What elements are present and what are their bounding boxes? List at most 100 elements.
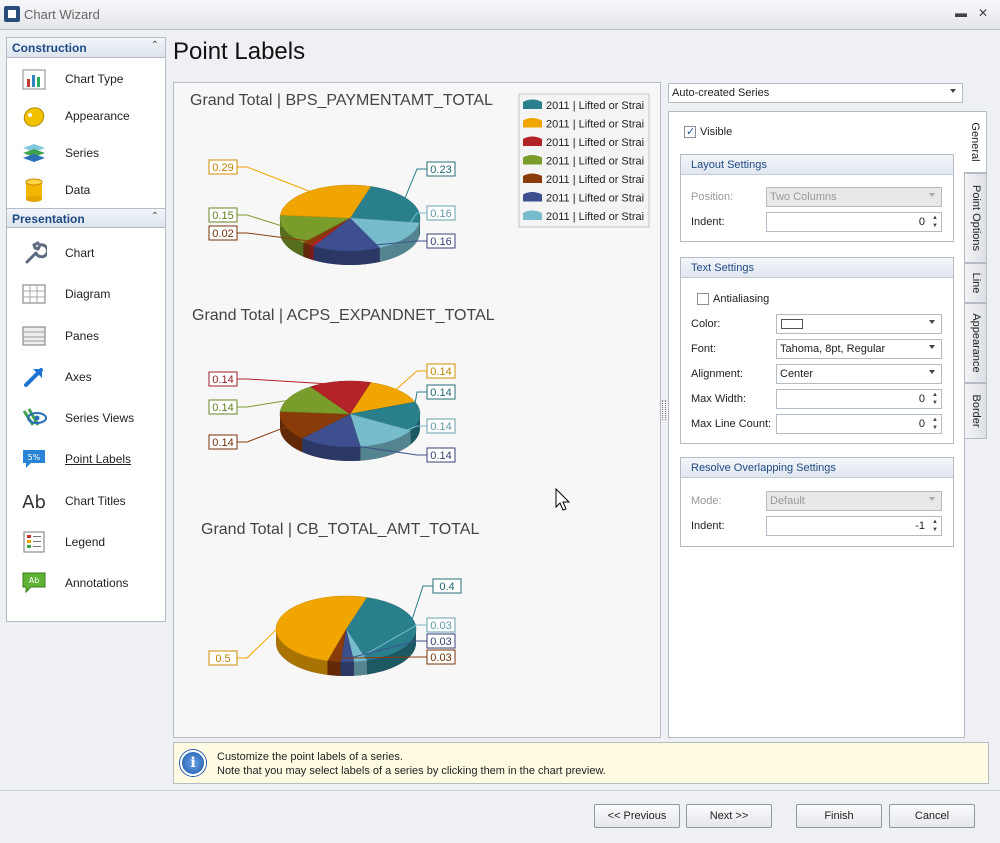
chevron-down-icon	[929, 320, 935, 324]
sidebar-item-chart[interactable]: Chart	[7, 234, 165, 275]
svg-text:Ab: Ab	[29, 576, 40, 585]
sidebar-item-label: Panes	[65, 328, 100, 343]
mode-select[interactable]: Default	[766, 491, 942, 511]
label-connector	[392, 370, 427, 393]
overlap-indent-spinner[interactable]: -1 ▲ ▼	[766, 516, 942, 536]
legend-entry: 2011 | Lifted or Strai	[546, 193, 644, 205]
diagram-icon	[22, 284, 46, 304]
chevron-down-icon	[929, 193, 935, 197]
antialiasing-checkbox[interactable]	[697, 293, 709, 305]
panel-splitter[interactable]	[662, 400, 666, 420]
tab-appearance[interactable]: Appearance	[965, 303, 987, 383]
page-title: Point Labels	[173, 38, 306, 65]
point-label: 0.03	[430, 620, 451, 632]
sidebar-item-panes[interactable]: Panes	[7, 317, 165, 358]
layout-settings-header: Layout Settings	[681, 155, 953, 175]
label-connector	[237, 166, 315, 194]
sidebar-item-series-views[interactable]: Series Views	[7, 399, 165, 440]
hint-panel: i Customize the point labels of a series…	[173, 742, 989, 784]
series-icon	[23, 144, 45, 162]
tab-label: General	[969, 122, 981, 162]
legend-swatch	[523, 192, 542, 202]
font-label: Font:	[691, 343, 717, 355]
series-select[interactable]: Auto-created Series	[668, 83, 963, 103]
position-select-value: Two Columns	[770, 191, 837, 203]
sidebar-item-legend[interactable]: Legend	[7, 523, 165, 564]
tab-line[interactable]: Line	[965, 263, 987, 303]
footer-divider	[0, 790, 1000, 791]
sidebar-item-label: Appearance	[65, 109, 130, 123]
color-swatch	[781, 319, 803, 329]
position-select[interactable]: Two Columns	[766, 187, 942, 207]
appearance-icon	[23, 107, 45, 127]
overlap-indent-label: Indent:	[691, 520, 725, 532]
window-title: Chart Wizard	[24, 7, 100, 22]
alignment-select[interactable]: Center	[776, 364, 942, 384]
antialiasing-label: Antialiasing	[713, 293, 770, 305]
point-label: 0.14	[212, 374, 233, 386]
annotations-icon: Ab	[22, 572, 46, 594]
next-button[interactable]: Next >>	[686, 804, 772, 828]
layout-indent-spinner[interactable]: 0 ▲ ▼	[766, 212, 942, 232]
font-select[interactable]: Tahoma, 8pt, Regular	[776, 339, 942, 359]
pie-slice-side	[327, 660, 341, 676]
minimize-icon[interactable]: ▬	[953, 5, 969, 21]
point-label: 0.14	[212, 402, 233, 414]
tab-point-options[interactable]: Point Options	[965, 173, 987, 263]
point-labels-icon: 5%	[23, 450, 45, 469]
label-connector	[237, 378, 341, 386]
info-icon: i	[180, 750, 206, 776]
text-settings-header: Text Settings	[681, 258, 953, 278]
previous-button[interactable]: << Previous	[594, 804, 680, 828]
legend-swatch	[523, 210, 542, 220]
chart-preview[interactable]: Grand Total | BPS_PAYMENTAMT_TOTAL 0.23 0.…	[173, 82, 661, 738]
presentation-group-header[interactable]: Presentation ⌃	[7, 208, 165, 228]
construction-group-header[interactable]: Construction ⌃	[7, 38, 165, 58]
pie-slice-side	[340, 661, 354, 676]
sidebar-item-point-labels[interactable]: 5% Point Labels	[7, 440, 165, 481]
svg-text:5%: 5%	[28, 453, 41, 462]
max-width-spinner[interactable]: 0 ▲ ▼	[776, 389, 942, 409]
color-picker[interactable]	[776, 314, 942, 334]
sidebar-item-axes[interactable]: Axes	[7, 358, 165, 399]
sidebar-item-appearance[interactable]: Appearance	[7, 97, 165, 134]
legend-swatch	[523, 136, 542, 146]
point-label: 0.02	[212, 228, 233, 240]
legend-entry: 2011 | Lifted or Strai	[546, 137, 644, 149]
pie-slice-side	[353, 660, 367, 676]
tab-border[interactable]: Border	[965, 383, 987, 439]
legend-entry: 2011 | Lifted or Strai	[546, 119, 644, 131]
finish-button[interactable]: Finish	[796, 804, 882, 828]
position-label: Position:	[691, 191, 734, 203]
sidebar-item-series[interactable]: Series	[7, 134, 165, 171]
spinner-arrows-icon[interactable]: ▲ ▼	[932, 416, 938, 432]
sidebar-item-label: Axes	[65, 369, 92, 384]
sidebar-item-annotations[interactable]: Ab Annotations	[7, 564, 165, 605]
collapse-icon[interactable]: ⌃	[151, 211, 159, 222]
color-label: Color:	[691, 318, 721, 330]
legend-entry: 2011 | Lifted or Strai	[546, 174, 644, 186]
tab-general[interactable]: General	[964, 111, 987, 173]
visible-checkbox[interactable]	[684, 125, 696, 138]
sidebar-item-chart-titles[interactable]: Ab Chart Titles	[7, 482, 165, 523]
spinner-arrows-icon[interactable]: ▲ ▼	[932, 518, 938, 534]
chevron-down-icon	[929, 345, 935, 349]
sidebar-item-diagram[interactable]: Diagram	[7, 275, 165, 316]
presentation-items: Chart Diagram Panes Axes Series Views 5%…	[7, 228, 165, 606]
chart-titles-icon: Ab	[22, 492, 46, 513]
close-icon[interactable]: ✕	[975, 5, 991, 21]
max-width-label: Max Width:	[691, 393, 747, 405]
sidebar-item-chart-type[interactable]: Chart Type	[7, 60, 165, 97]
spinner-arrows-icon[interactable]: ▲ ▼	[932, 214, 938, 230]
legend-swatch	[523, 118, 542, 128]
layout-indent-value: 0	[918, 216, 925, 228]
panes-icon	[22, 326, 46, 346]
point-label: 0.15	[212, 210, 233, 222]
collapse-icon[interactable]: ⌃	[151, 40, 159, 51]
sidebar-item-data[interactable]: Data	[7, 171, 165, 208]
cancel-button[interactable]: Cancel	[889, 804, 975, 828]
spinner-arrows-icon[interactable]: ▲ ▼	[932, 391, 938, 407]
point-label: 0.5	[215, 653, 230, 665]
chart-preview-canvas[interactable]: Grand Total | BPS_PAYMENTAMT_TOTAL 0.23 0.…	[174, 83, 662, 739]
max-line-count-spinner[interactable]: 0 ▲ ▼	[776, 414, 942, 434]
